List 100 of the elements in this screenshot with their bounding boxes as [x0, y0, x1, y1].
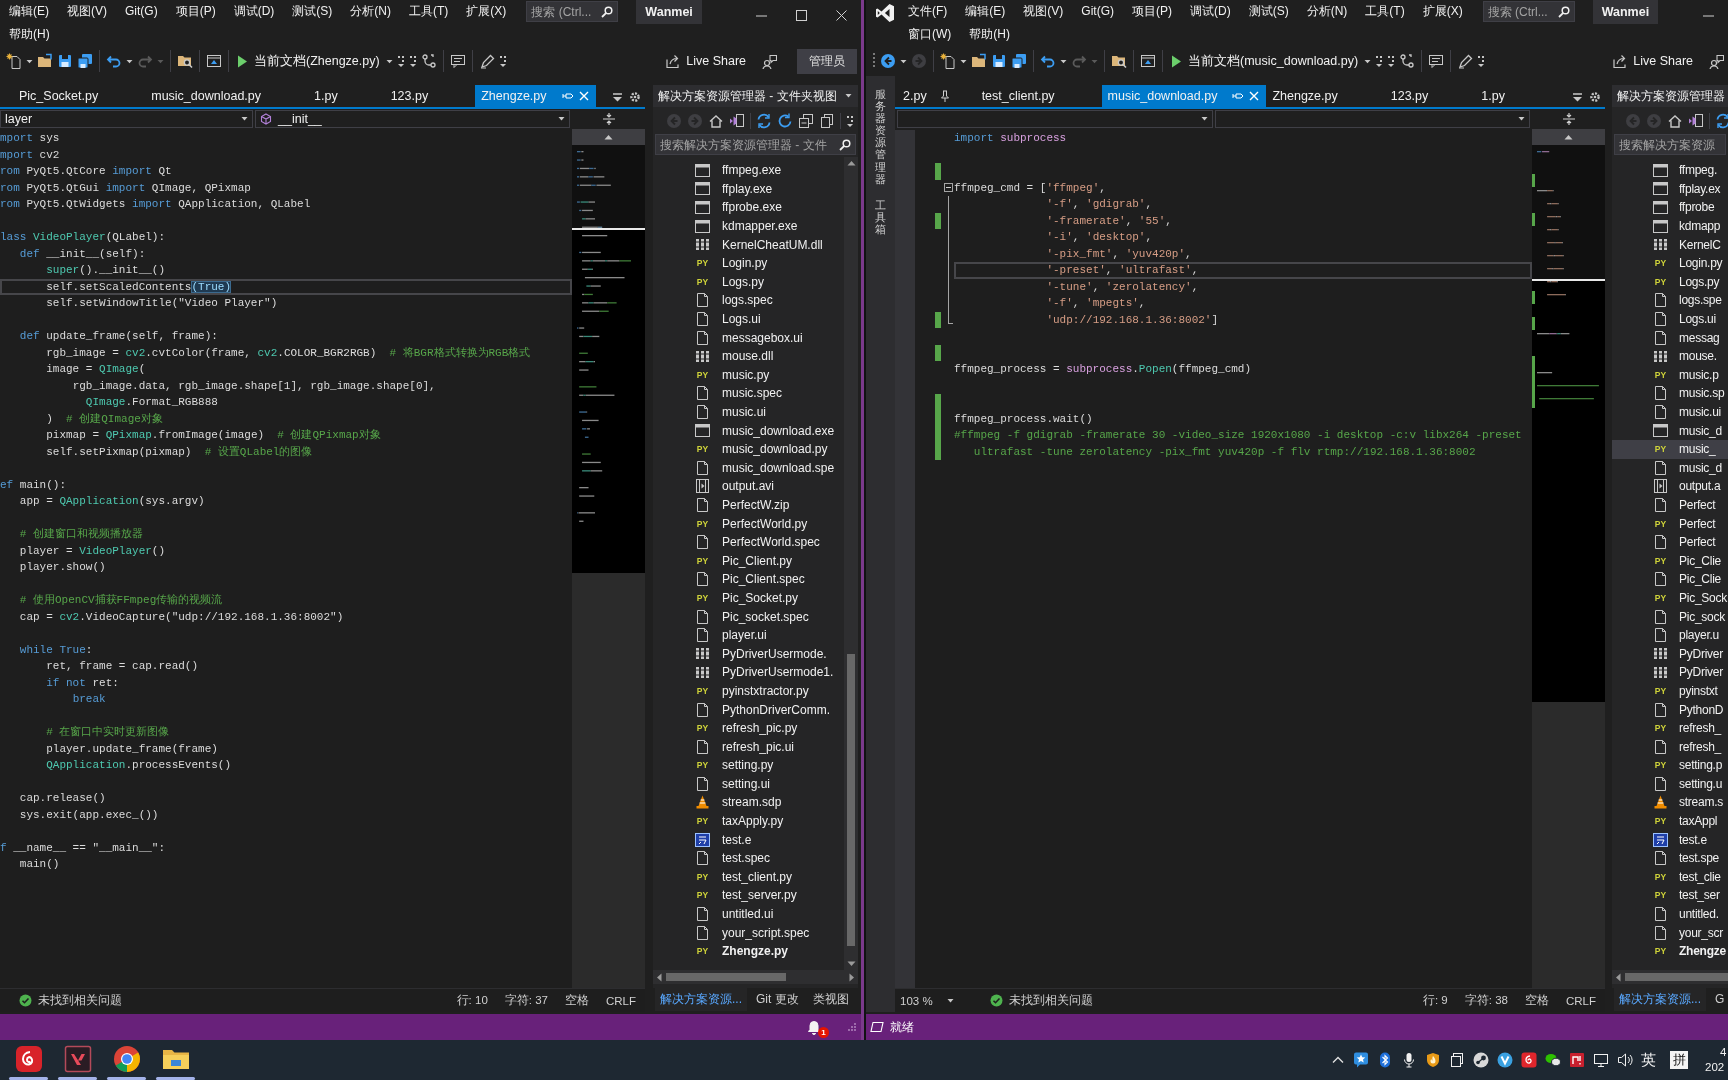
- file-item[interactable]: logs.spe: [1612, 291, 1728, 310]
- bluetooth-icon[interactable]: [1377, 1052, 1393, 1068]
- file-item[interactable]: logs.spec: [653, 291, 844, 310]
- file-item[interactable]: ffplay.ex: [1612, 179, 1728, 199]
- input-method-label[interactable]: 英: [1641, 1050, 1656, 1070]
- panel-tab[interactable]: 解决方案资源...: [1614, 987, 1706, 1011]
- settings-icon[interactable]: [629, 91, 641, 103]
- file-item[interactable]: ffplay.exe: [653, 179, 844, 199]
- file-item[interactable]: music_download.exe: [653, 421, 844, 440]
- clock-time[interactable]: 4: [1705, 1045, 1728, 1060]
- file-item[interactable]: PY Zhengze.py: [653, 941, 844, 961]
- file-item[interactable]: player.u: [1612, 625, 1728, 645]
- file-item[interactable]: Pic_Clie: [1612, 570, 1728, 589]
- file-item[interactable]: PY Pic_Client.py: [653, 551, 844, 571]
- tab-list-icon[interactable]: [1572, 91, 1583, 103]
- file-item[interactable]: ffprobe: [1612, 198, 1728, 217]
- new-item-icon[interactable]: [940, 53, 956, 69]
- feedback-icon[interactable]: [762, 53, 777, 69]
- microphone-icon[interactable]: [1401, 1052, 1417, 1068]
- menu-item[interactable]: Git(G): [1072, 0, 1123, 23]
- file-item[interactable]: PY refresh_pic.py: [653, 718, 844, 738]
- undo-icon[interactable]: [106, 53, 122, 69]
- file-item[interactable]: music.ui: [653, 402, 844, 422]
- horizontal-scrollbar[interactable]: [1612, 970, 1728, 984]
- document-tab[interactable]: Zhengze.py: [1266, 85, 1385, 107]
- browser-icon[interactable]: [112, 1045, 141, 1073]
- folder-search-icon[interactable]: [1111, 53, 1127, 69]
- home-icon[interactable]: [1667, 113, 1683, 129]
- save-all-icon[interactable]: [1011, 53, 1027, 69]
- panel-tab[interactable]: 类视图: [807, 987, 854, 1011]
- pin-icon[interactable]: [939, 90, 950, 102]
- chat-bubbles-icon[interactable]: [1545, 1052, 1561, 1068]
- scroll-up-icon[interactable]: [604, 134, 613, 140]
- line-number-label[interactable]: 行: 9: [1423, 993, 1448, 1008]
- maximize-icon[interactable]: [795, 9, 807, 21]
- file-item[interactable]: PY setting.p: [1612, 756, 1728, 775]
- monitor-icon[interactable]: [1593, 1052, 1609, 1068]
- comment-icon[interactable]: [1428, 53, 1445, 69]
- branch-icon[interactable]: [1399, 53, 1416, 69]
- file-item[interactable]: music_d: [1612, 458, 1728, 478]
- file-item[interactable]: your_scr: [1612, 923, 1728, 942]
- file-item[interactable]: PY Pic_Clie: [1612, 551, 1728, 571]
- menu-item[interactable]: 视图(V): [58, 0, 116, 23]
- panel-tab[interactable]: 解决方案资源...: [655, 987, 747, 1011]
- folder-icon[interactable]: [37, 53, 53, 69]
- scrollbar-thumb[interactable]: [1625, 973, 1728, 981]
- file-item[interactable]: Pic_Client.spec: [653, 570, 844, 589]
- panel-tab[interactable]: Git 更改: [751, 987, 804, 1011]
- scrollbar-thumb[interactable]: [666, 973, 786, 981]
- document-tab[interactable]: 2.py: [895, 85, 976, 107]
- run-button[interactable]: 当前文档(Zhengze.py): [235, 52, 382, 70]
- round-logo-icon[interactable]: [1473, 1052, 1489, 1068]
- document-tab[interactable]: music_download.py: [145, 85, 308, 107]
- file-item[interactable]: mouse.dll: [653, 346, 844, 366]
- solution-icon[interactable]: [729, 113, 745, 129]
- file-item[interactable]: PyDriverUsermode1.: [653, 663, 844, 682]
- side-tab[interactable]: 服务器资源管理器: [875, 88, 886, 185]
- save-all-icon[interactable]: [77, 53, 93, 69]
- file-item[interactable]: output.a: [1612, 477, 1728, 496]
- file-item[interactable]: ffmpeg.exe: [653, 161, 844, 180]
- shield-icon[interactable]: [1425, 1052, 1441, 1068]
- file-item[interactable]: PyDriver: [1612, 663, 1728, 682]
- scroll-right-icon[interactable]: [848, 972, 856, 982]
- file-item[interactable]: PY test_ser: [1612, 886, 1728, 905]
- scroll-left-icon[interactable]: [655, 972, 663, 982]
- menu-item[interactable]: 测试(S): [1239, 0, 1298, 23]
- menu-item[interactable]: Git(G): [116, 0, 167, 23]
- file-item[interactable]: messag: [1612, 328, 1728, 347]
- split-icon[interactable]: [1561, 112, 1576, 126]
- search-field[interactable]: 搜索解决方案资源: [1614, 134, 1726, 155]
- scope-dropdown[interactable]: layer: [0, 110, 253, 128]
- search-icon[interactable]: [839, 138, 851, 151]
- file-item[interactable]: PY pyinstxtractor.py: [653, 681, 844, 701]
- menu-item[interactable]: 项目(P): [166, 0, 225, 23]
- scroll-left-icon[interactable]: [1614, 972, 1622, 982]
- bell-icon[interactable]: [807, 1019, 821, 1035]
- pen-icon[interactable]: [478, 53, 495, 69]
- file-item[interactable]: setting.ui: [653, 774, 844, 794]
- chevron-up-icon[interactable]: [1331, 1054, 1345, 1066]
- collapse-all-icon[interactable]: [798, 113, 814, 129]
- file-item[interactable]: PY taxApply.py: [653, 811, 844, 831]
- solution-icon[interactable]: [1688, 113, 1704, 129]
- file-item[interactable]: PY Perfect: [1612, 514, 1728, 533]
- file-item[interactable]: PY Zhengze: [1612, 941, 1728, 961]
- file-item[interactable]: ffmpeg.: [1612, 161, 1728, 180]
- menu-item[interactable]: 分析(N): [341, 0, 400, 23]
- document-tab[interactable]: 123.py: [384, 85, 476, 107]
- vertical-scrollbar[interactable]: [844, 157, 858, 970]
- live-share-button[interactable]: Live Share: [1608, 53, 1697, 69]
- file-item[interactable]: setting.u: [1612, 774, 1728, 794]
- file-item[interactable]: PythonD: [1612, 700, 1728, 719]
- column-label[interactable]: 字符: 38: [1464, 993, 1508, 1008]
- menu-item[interactable]: 测试(S): [283, 0, 342, 23]
- file-item[interactable]: PY Logs.py: [653, 272, 844, 292]
- v-logo-icon[interactable]: [1497, 1052, 1513, 1068]
- file-item[interactable]: PY test_clie: [1612, 867, 1728, 887]
- horizontal-scrollbar[interactable]: [653, 970, 858, 984]
- settings-icon[interactable]: [1589, 91, 1601, 103]
- file-item[interactable]: PY Login.py: [1612, 253, 1728, 273]
- menu-item[interactable]: 帮助(H): [960, 23, 1019, 46]
